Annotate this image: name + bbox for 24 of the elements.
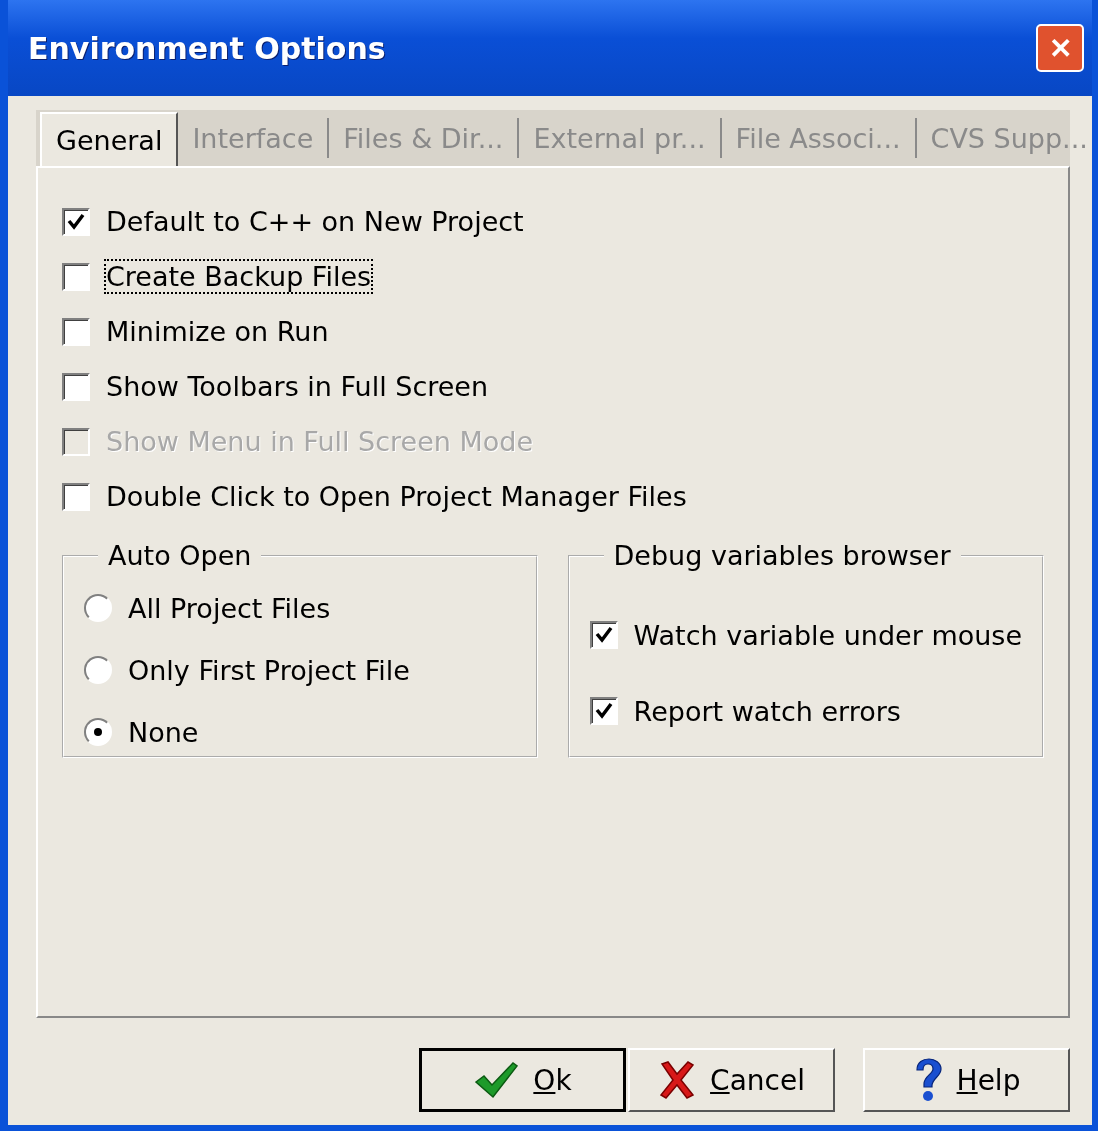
checkbox-label: Show Menu in Full Screen Mode xyxy=(106,426,534,457)
tab[interactable]: Files & Dir... xyxy=(329,118,520,158)
tab[interactable]: General xyxy=(40,112,179,166)
radio-label: All Project Files xyxy=(128,592,331,624)
tab[interactable]: CVS Supp... xyxy=(916,118,1098,158)
help-button[interactable]: Help xyxy=(863,1048,1070,1112)
radio-label: Only First Project File xyxy=(128,654,410,686)
checkbox-label: Create Backup Files xyxy=(106,261,372,292)
close-button[interactable]: ✕ xyxy=(1036,24,1084,72)
window-title: Environment Options xyxy=(28,30,386,66)
radio-label: None xyxy=(128,716,199,748)
cancel-button[interactable]: Cancel xyxy=(628,1048,835,1112)
tab[interactable]: Interface xyxy=(178,118,330,158)
ok-button[interactable]: Ok xyxy=(419,1048,626,1112)
checkbox-label: Minimize on Run xyxy=(106,316,329,347)
checkbox-label: Default to C++ on New Project xyxy=(106,206,524,237)
checkbox-label: Watch variable under mouse xyxy=(633,619,1022,651)
group-title: Debug variables browser xyxy=(612,540,952,571)
tab[interactable]: External pr... xyxy=(519,118,722,158)
checkbox-label: Report watch errors xyxy=(633,695,901,727)
group-title: Auto Open xyxy=(107,540,253,571)
checkbox-label: Double Click to Open Project Manager Files xyxy=(106,481,687,512)
checkbox-label: Show Toolbars in Full Screen xyxy=(106,371,489,402)
tab[interactable]: File Associ... xyxy=(721,118,917,158)
